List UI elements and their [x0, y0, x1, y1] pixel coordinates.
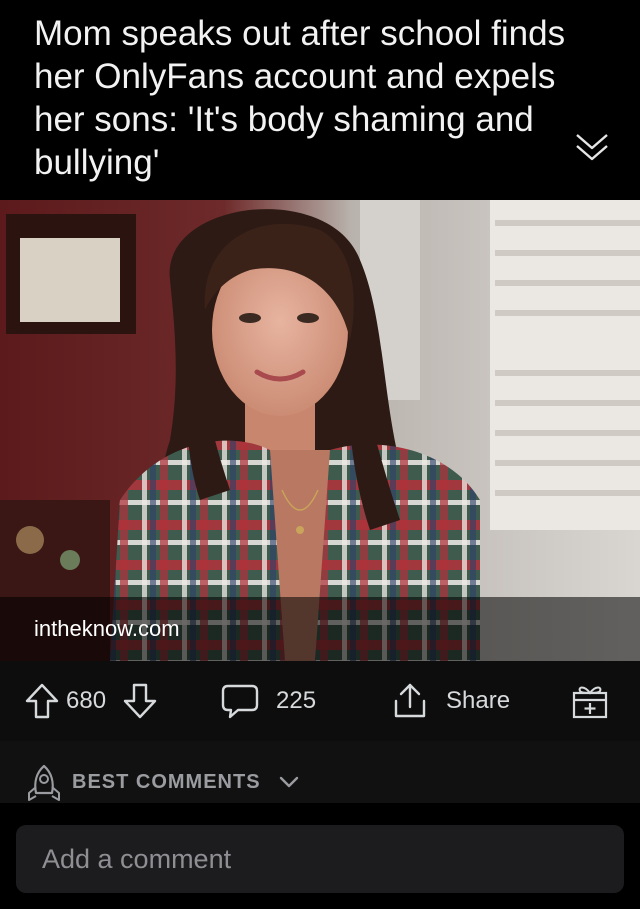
comment-count: 225	[276, 687, 317, 714]
upvote-button[interactable]	[24, 661, 60, 741]
post-title: Mom speaks out after school finds her On…	[34, 14, 566, 182]
post-header: Mom speaks out after school finds her On…	[0, 0, 640, 200]
comments-button[interactable]: 225	[220, 661, 316, 741]
rocket-icon	[24, 763, 64, 808]
share-button[interactable]: Share	[390, 661, 510, 741]
post-image[interactable]: intheknow.com	[0, 200, 640, 661]
double-chevron-down-icon	[576, 134, 608, 161]
vote-count-label: 680	[66, 687, 107, 714]
chevron-down-icon[interactable]	[278, 774, 300, 795]
link-domain[interactable]: intheknow.com	[34, 616, 180, 642]
collapse-button[interactable]	[570, 125, 614, 169]
downvote-arrow-icon	[122, 682, 158, 720]
upvote-arrow-icon	[24, 682, 60, 720]
speech-bubble-icon	[220, 682, 260, 720]
award-button[interactable]	[570, 661, 610, 741]
share-label: Share	[446, 687, 511, 714]
post-detail-screen: Mom speaks out after school finds her On…	[0, 0, 640, 909]
vote-count: 680	[66, 661, 106, 741]
post-photo	[0, 200, 640, 661]
comment-input[interactable]	[16, 825, 624, 893]
comment-composer	[0, 803, 640, 909]
share-upload-icon	[390, 681, 430, 721]
downvote-button[interactable]	[122, 661, 158, 741]
post-action-bar: 680 225 Share	[0, 661, 640, 741]
link-overlay[interactable]: intheknow.com	[0, 597, 640, 661]
gift-box-icon	[570, 681, 610, 721]
comment-sort-bar[interactable]: BEST COMMENTS	[0, 741, 640, 803]
sort-label[interactable]: BEST COMMENTS	[72, 771, 261, 794]
